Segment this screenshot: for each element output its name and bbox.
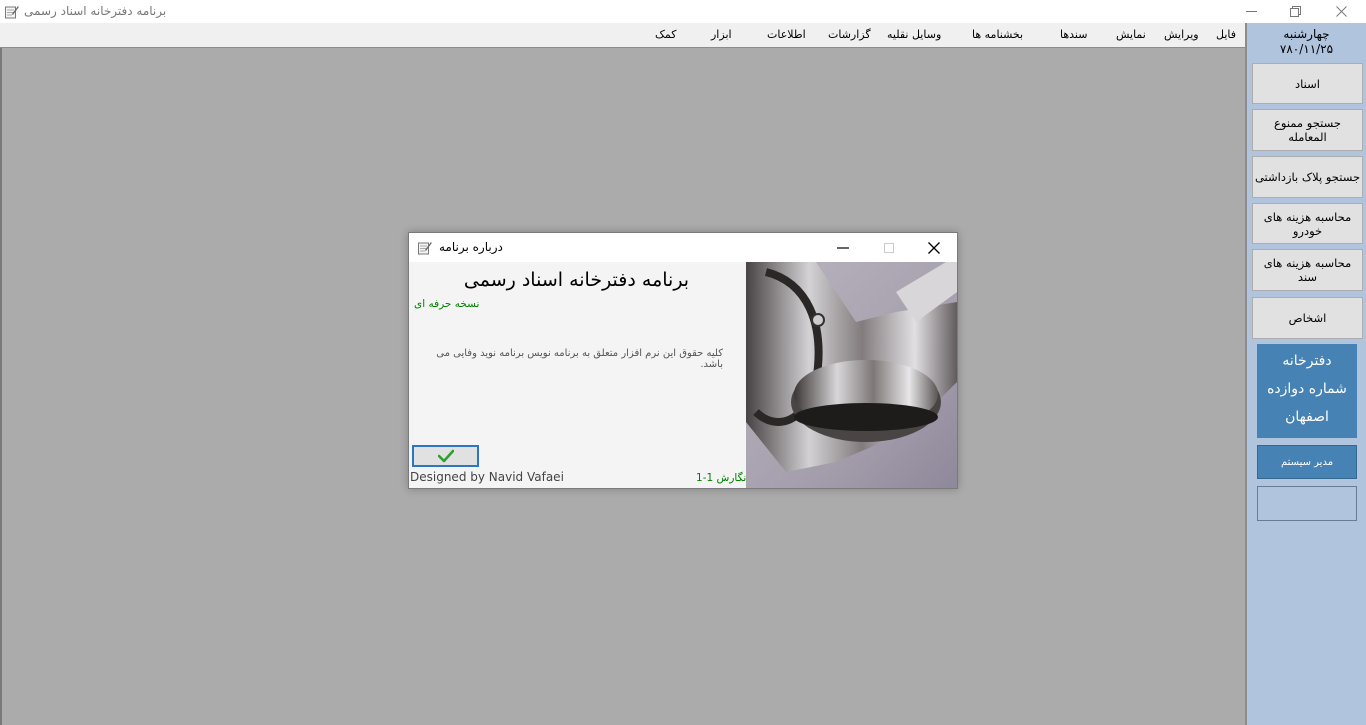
documents-button[interactable]: اسناد — [1252, 63, 1363, 104]
restore-button[interactable] — [1272, 0, 1318, 23]
copyright-text: کلیه حقوق این نرم افزار متعلق به برنامه … — [436, 348, 723, 370]
system-admin-button[interactable]: مدیر سیستم — [1257, 445, 1357, 479]
menu-circulars[interactable]: بخشنامه ها — [972, 28, 1023, 41]
minimize-icon — [1245, 11, 1257, 12]
date-display: چهارشنبه ۷۸۰/۱۱/۲۵ — [1247, 27, 1366, 57]
menu-reports[interactable]: گزارشات — [828, 28, 871, 41]
menu-file[interactable]: فایل — [1216, 28, 1236, 41]
dialog-title: درباره برنامه — [439, 240, 503, 254]
about-dialog: درباره برنامه برنامه دفترخانه اسناد رسمی… — [408, 232, 958, 489]
designer-credit: Designed by Navid Vafaei — [410, 470, 564, 484]
menu-vehicles[interactable]: وسایل نقلیه — [887, 28, 941, 41]
day-label: چهارشنبه — [1283, 27, 1330, 41]
notepad-pen-icon — [4, 4, 19, 19]
maximize-icon — [884, 242, 894, 253]
menu-information[interactable]: اطلاعات — [767, 28, 806, 41]
window-titlebar: برنامه دفترخانه اسناد رسمی — [0, 0, 1366, 23]
menu-documents[interactable]: سندها — [1060, 28, 1087, 41]
checkmark-icon — [437, 449, 454, 463]
window-title: برنامه دفترخانه اسناد رسمی — [24, 4, 167, 18]
close-button[interactable] — [1318, 0, 1364, 23]
notepad-pen-icon — [417, 240, 432, 255]
dialog-maximize-button[interactable] — [866, 233, 912, 262]
empty-panel — [1257, 486, 1357, 521]
menu-tools[interactable]: ابزار — [711, 28, 732, 41]
office-line-3: اصفهان — [1285, 409, 1329, 425]
menu-bar: فایل ویرایش نمایش سندها بخشنامه ها وسایل… — [0, 23, 1245, 48]
dialog-minimize-button[interactable] — [820, 233, 866, 262]
minimize-button[interactable] — [1228, 0, 1274, 23]
product-name: برنامه دفترخانه اسناد رسمی — [463, 269, 690, 291]
minimize-icon — [837, 246, 849, 249]
dialog-close-button[interactable] — [911, 233, 957, 262]
menu-view[interactable]: نمایش — [1116, 28, 1146, 41]
dialog-titlebar: درباره برنامه — [409, 233, 957, 262]
office-info-panel: دفترخانه شماره دوازده اصفهان — [1257, 344, 1357, 438]
ok-button[interactable] — [412, 445, 479, 467]
prohibited-search-button[interactable]: جستجو ممنوع المعامله — [1252, 109, 1363, 151]
persons-button[interactable]: اشخاص — [1252, 297, 1363, 339]
edition-label: نسخه حرفه ای — [414, 298, 480, 310]
date-label: ۷۸۰/۱۱/۲۵ — [1279, 42, 1334, 56]
seized-plate-search-button[interactable]: جستجو پلاک بازداشتی — [1252, 156, 1363, 198]
notary-seal-photo — [746, 262, 957, 488]
menu-help[interactable]: کمک — [655, 28, 676, 41]
close-icon — [1335, 6, 1347, 17]
menu-edit[interactable]: ویرایش — [1164, 28, 1199, 41]
restore-icon — [1289, 6, 1301, 17]
vehicle-costs-button[interactable]: محاسبه هزینه های خودرو — [1252, 203, 1363, 244]
workspace-border — [0, 48, 2, 725]
version-label: نگارش 1-1 — [696, 472, 747, 484]
office-line-1: دفترخانه — [1282, 353, 1332, 369]
right-sidebar: چهارشنبه ۷۸۰/۱۱/۲۵ اسناد جستجو ممنوع الم… — [1245, 23, 1366, 725]
close-icon — [928, 241, 940, 254]
office-line-2: شماره دوازده — [1267, 381, 1347, 397]
document-costs-button[interactable]: محاسبه هزینه های سند — [1252, 249, 1363, 291]
